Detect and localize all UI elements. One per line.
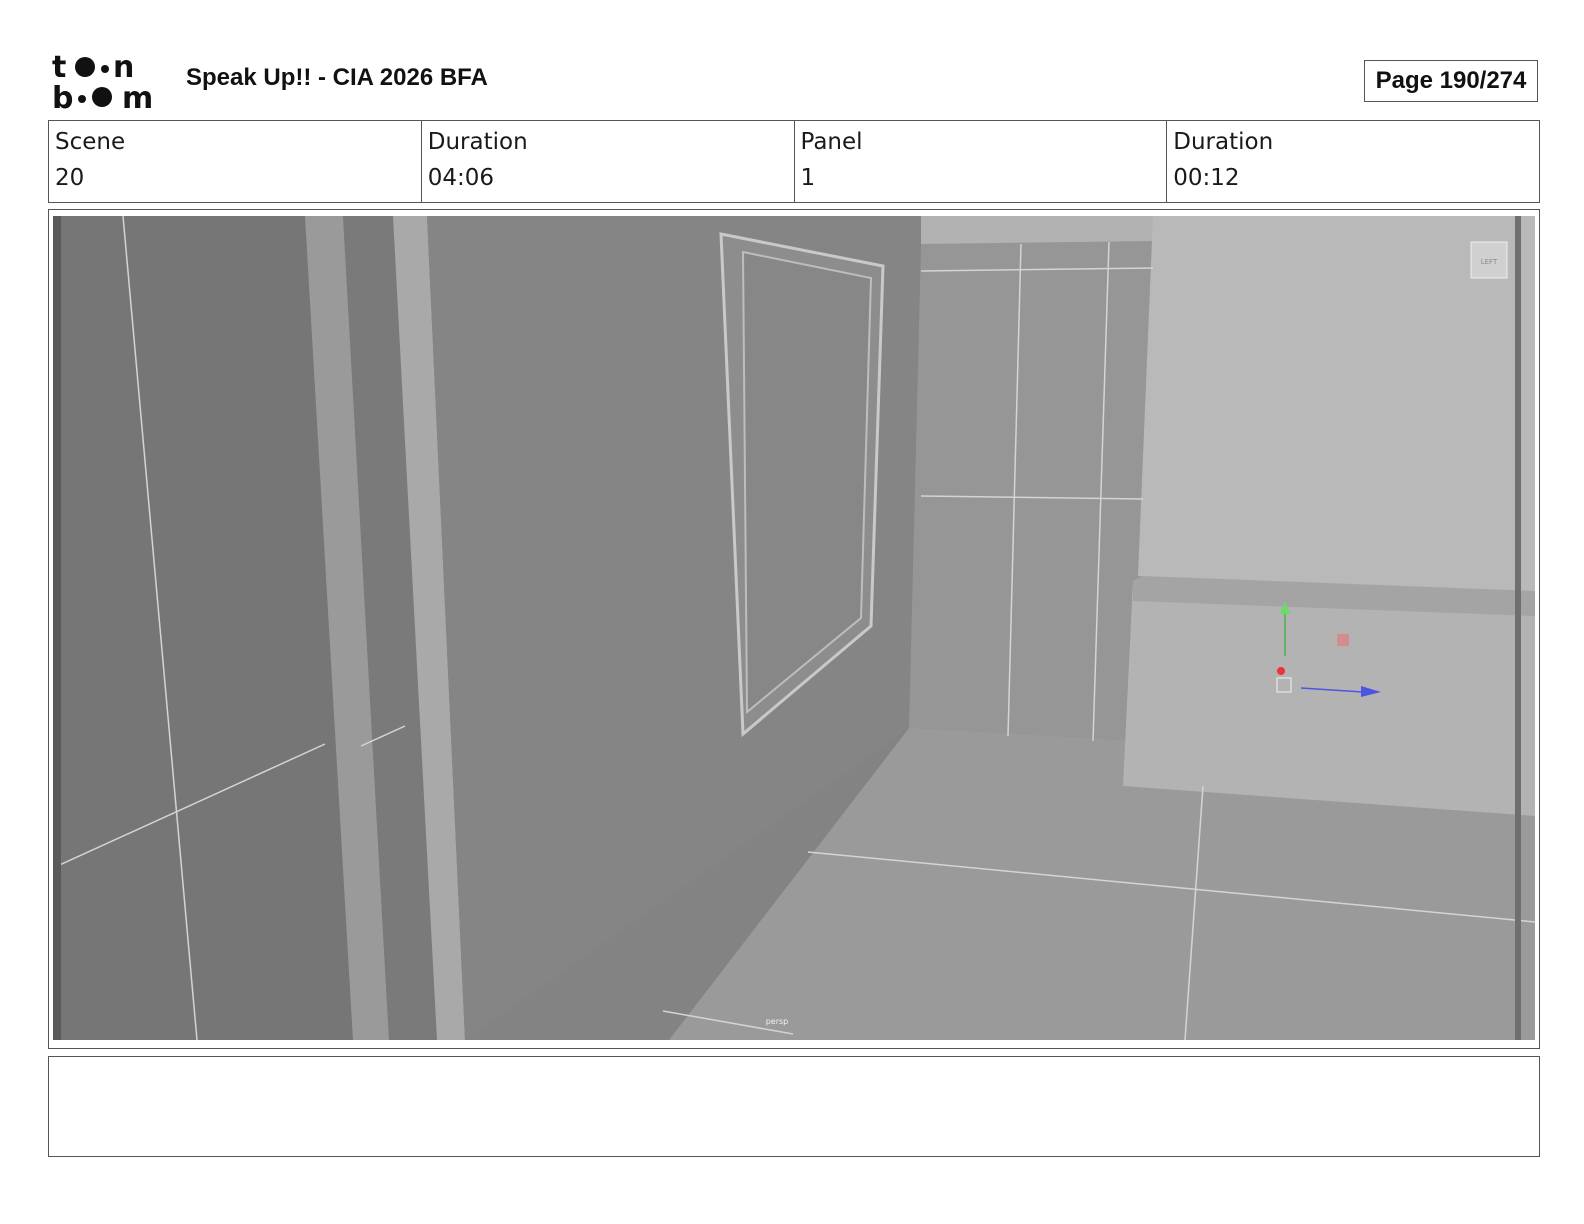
scene-label: Scene [55,129,126,155]
scene-value: 20 [55,165,85,191]
info-cell-scene-duration: Duration 04:06 [420,121,794,202]
info-cell-panel-duration: Duration 00:12 [1166,121,1539,202]
storyboard-panel-frame: LEFT persp [48,209,1540,1049]
panel-notes-box [48,1056,1540,1157]
panel-duration-value: 00:12 [1173,165,1240,191]
svg-text:m: m [122,81,153,112]
panel-info-table: Scene 20 Duration 04:06 Panel 1 Duration… [48,120,1540,203]
view-cube-label: LEFT [1481,258,1498,266]
svg-text:t: t [52,50,66,85]
panel-label: Panel [800,129,863,155]
info-cell-scene: Scene 20 [49,121,421,202]
panel-duration-label: Duration [1173,129,1274,155]
panel-image-3d-viewport: LEFT persp [53,216,1535,1040]
panel-value: 1 [800,165,816,191]
document-title: Speak Up!! - CIA 2026 BFA [186,64,488,91]
info-cell-panel: Panel 1 [793,121,1167,202]
scene-duration-value: 04:06 [427,165,495,191]
camera-label: persp [766,1017,789,1026]
toon-boom-logo: t n b m [52,50,153,112]
svg-text:b: b [52,81,73,112]
page-indicator: Page 190/274 [1364,60,1538,102]
svg-text:n: n [113,50,134,85]
scene-duration-label: Duration [427,129,528,155]
